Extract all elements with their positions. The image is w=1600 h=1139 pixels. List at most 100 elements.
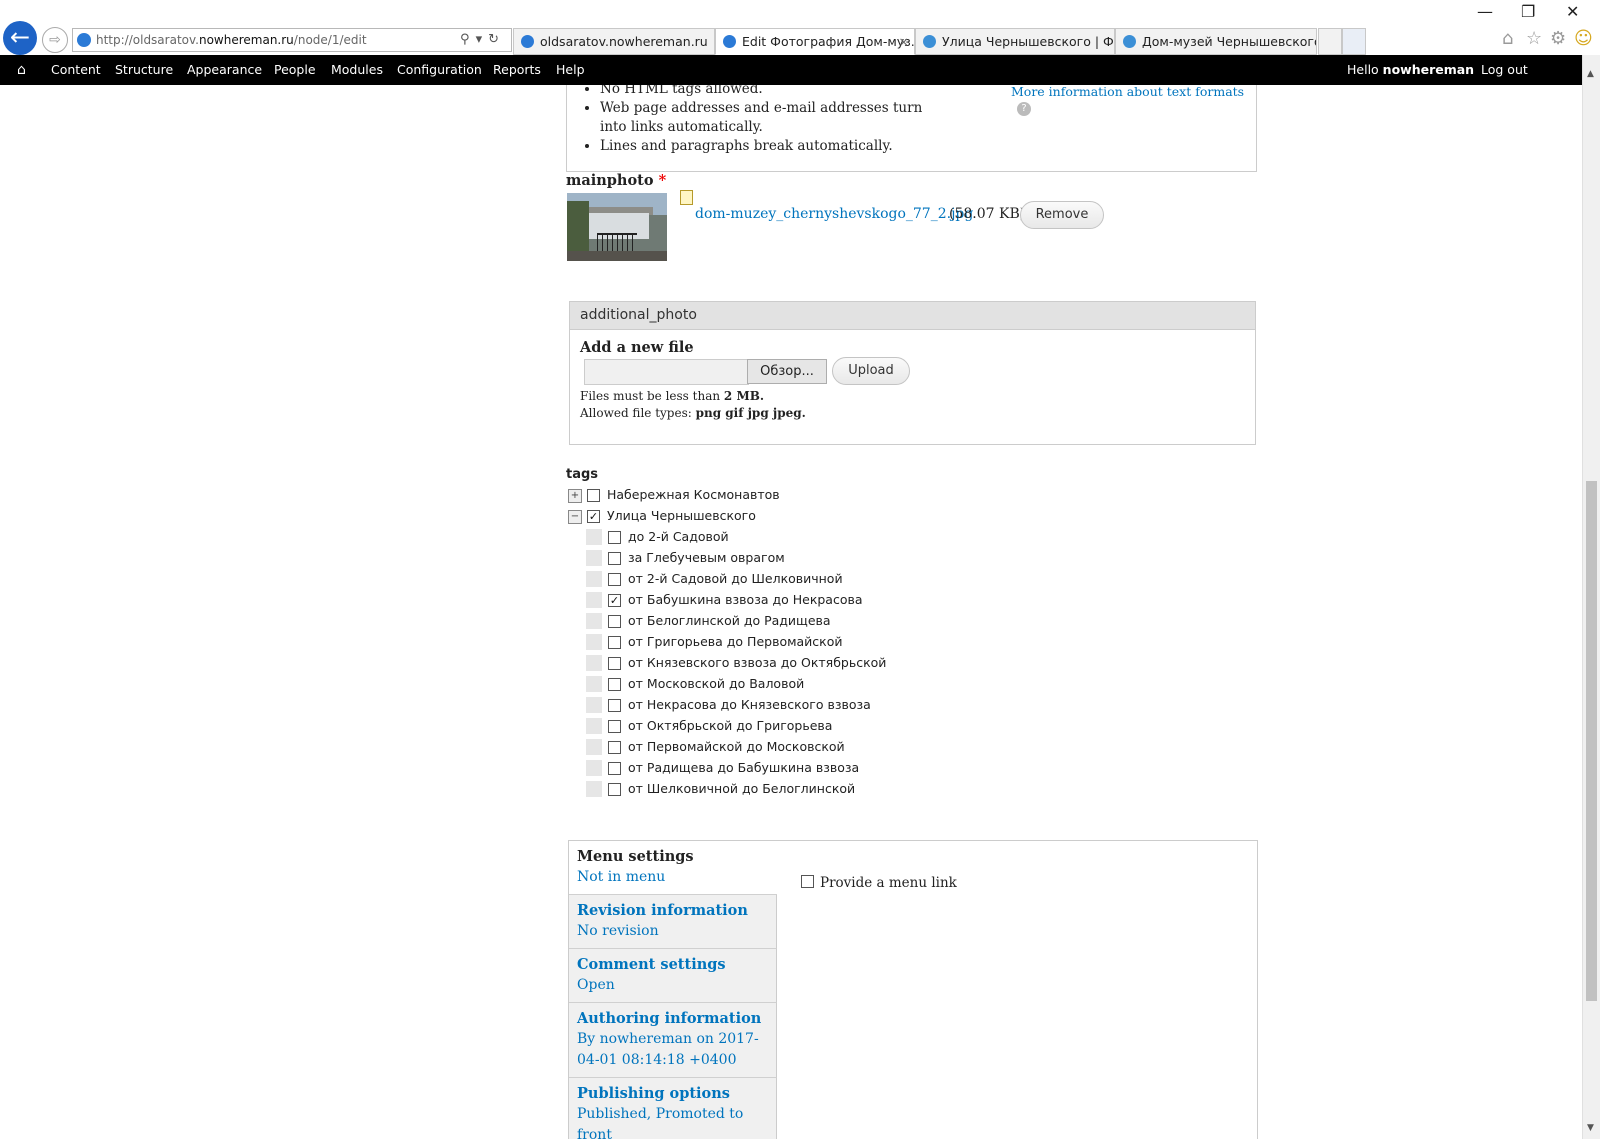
tag-checkbox[interactable]: ✓ <box>608 594 621 607</box>
tags-label: tags <box>566 467 599 482</box>
browser-tab-1[interactable]: oldsaratov.nowhereman.ru <box>513 28 715 55</box>
search-refresh-icons[interactable]: ⚲▾↻ <box>460 29 505 51</box>
browser-tab-4[interactable]: Дом-музей Чернышевского |... <box>1115 28 1317 55</box>
scrollbar-thumb[interactable] <box>1586 481 1597 1001</box>
tag-label: от Московской до Валовой <box>628 676 805 691</box>
tab-summary: No revision <box>577 923 659 939</box>
tab-revision-information[interactable]: Revision information No revision <box>569 895 777 949</box>
minimize-icon[interactable]: — <box>1477 2 1493 21</box>
tag-checkbox[interactable] <box>608 741 621 754</box>
tag-label: от Бабушкина взвоза до Некрасова <box>628 592 863 607</box>
address-bar[interactable]: http://oldsaratov.nowhereman.ru/node/1/e… <box>72 28 512 52</box>
tag-label: Улица Чернышевского <box>607 508 756 523</box>
tag-checkbox[interactable] <box>608 678 621 691</box>
tag-checkbox[interactable] <box>608 783 621 796</box>
mainphoto-label: mainphoto * <box>566 172 667 189</box>
tag-checkbox[interactable] <box>608 762 621 775</box>
toolbar-appearance[interactable]: Appearance <box>187 55 262 85</box>
tab-comment-settings[interactable]: Comment settings Open <box>569 949 777 1003</box>
username[interactable]: nowhereman <box>1383 62 1474 77</box>
page-content: No HTML tags allowed. Web page addresses… <box>0 85 1582 1139</box>
mainphoto-file-size: (58.07 KB) <box>949 206 1026 222</box>
text-format-tips: No HTML tags allowed. Web page addresses… <box>566 85 1257 172</box>
scroll-down-icon[interactable]: ▼ <box>1587 1123 1594 1133</box>
close-tab-icon[interactable]: × <box>899 29 909 54</box>
vertical-tab-list: Menu settings Not in menu Revision infor… <box>569 841 777 1139</box>
collapse-icon[interactable]: − <box>568 510 582 524</box>
tag-checkbox[interactable]: ✓ <box>587 510 600 523</box>
scroll-up-icon[interactable]: ▲ <box>1587 69 1594 79</box>
admin-toolbar: ⌂ Content Structure Appearance People Mo… <box>0 55 1600 85</box>
browser-tab-2[interactable]: Edit Фотография Дом-муз... × <box>715 28 915 55</box>
toolbar-people[interactable]: People <box>274 55 316 85</box>
new-tab-button[interactable] <box>1318 28 1342 55</box>
tag-label: от Князевского взвоза до Октябрьской <box>628 655 887 670</box>
site-favicon-icon <box>77 33 91 47</box>
mainphoto-file-link[interactable]: dom-muzey_chernyshevskogo_77_2.jpg <box>695 206 973 222</box>
tab-summary: Not in menu <box>577 869 666 885</box>
tab-favicon-icon <box>521 35 534 48</box>
logout-link[interactable]: Log out <box>1481 55 1528 85</box>
tab-publishing-options[interactable]: Publishing options Published, Promoted t… <box>569 1078 777 1139</box>
toolbar-content[interactable]: Content <box>51 55 101 85</box>
tag-checkbox[interactable] <box>608 573 621 586</box>
vertical-tabs: Menu settings Not in menu Revision infor… <box>568 840 1258 1139</box>
tag-checkbox[interactable] <box>608 615 621 628</box>
browser-chrome: ← ⇨ http://oldsaratov.nowhereman.ru/node… <box>0 0 1600 56</box>
home-icon[interactable]: ⌂ <box>17 55 26 85</box>
tag-label: от Октябрьской до Григорьева <box>628 718 833 733</box>
tag-checkbox[interactable] <box>608 552 621 565</box>
tab-authoring-information[interactable]: Authoring information By nowhereman on 2… <box>569 1003 777 1078</box>
greeting: Hello nowhereman <box>1347 62 1475 77</box>
vertical-scrollbar[interactable]: ▲ ▼ <box>1582 55 1600 1139</box>
tab-summary: Open <box>577 977 615 993</box>
allowed-file-types: Allowed file types: png gif jpg jpeg. <box>580 406 806 420</box>
menu-link-checkbox[interactable] <box>801 875 814 888</box>
tag-checkbox[interactable] <box>608 720 621 733</box>
tag-label: от Первомайской до Московской <box>628 739 845 754</box>
tag-label: от Григорьева до Первомайской <box>628 634 843 649</box>
tip-item: Web page addresses and e-mail addresses … <box>600 99 930 137</box>
browser-tab-3[interactable]: Улица Чернышевского | Фот... <box>915 28 1115 55</box>
tip-item: No HTML tags allowed. <box>600 85 930 99</box>
favorites-star-icon[interactable]: ☆ <box>1526 28 1542 49</box>
tag-label: от Шелковичной до Белоглинской <box>628 781 856 796</box>
provide-menu-link: Provide a menu link <box>801 874 957 891</box>
toolbar-modules[interactable]: Modules <box>331 55 383 85</box>
feedback-smiley-icon[interactable]: ☺ <box>1574 28 1593 49</box>
toolbar-structure[interactable]: Structure <box>115 55 173 85</box>
address-url: http://oldsaratov.nowhereman.ru/node/1/e… <box>96 33 367 47</box>
tag-label: от Белоглинской до Радищева <box>628 613 831 628</box>
toolbar-help[interactable]: Help <box>556 55 585 85</box>
tab-title: Authoring information <box>577 1010 762 1027</box>
window-close-icon[interactable]: ✕ <box>1566 2 1579 21</box>
toolbar-configuration[interactable]: Configuration <box>397 55 482 85</box>
tag-label: за Глебучевым оврагом <box>628 550 785 565</box>
upload-button[interactable]: Upload <box>832 357 910 385</box>
browse-button[interactable]: Обзор... <box>747 359 827 384</box>
toolbar-reports[interactable]: Reports <box>493 55 541 85</box>
tag-checkbox[interactable] <box>608 531 621 544</box>
ie-icon[interactable] <box>1342 28 1366 55</box>
tab-menu-settings[interactable]: Menu settings Not in menu <box>569 841 777 895</box>
back-arrow-icon[interactable]: ← <box>3 21 37 55</box>
tab-title: Menu settings <box>577 848 694 865</box>
tag-label: от Радищева до Бабушкина взвоза <box>628 760 860 775</box>
mainphoto-thumbnail[interactable] <box>567 193 667 261</box>
settings-gear-icon[interactable]: ⚙ <box>1550 28 1566 49</box>
tag-checkbox[interactable] <box>608 636 621 649</box>
tab-title: Revision information <box>577 902 748 919</box>
expand-icon[interactable]: + <box>568 489 582 503</box>
tab-favicon-icon <box>1123 35 1136 48</box>
tag-label: от Некрасова до Князевского взвоза <box>628 697 871 712</box>
remove-button[interactable]: Remove <box>1020 201 1104 229</box>
forward-arrow-icon[interactable]: ⇨ <box>42 27 68 53</box>
home-browser-icon[interactable]: ⌂ <box>1502 28 1513 49</box>
tag-checkbox[interactable] <box>608 699 621 712</box>
restore-icon[interactable]: ❐ <box>1521 2 1535 21</box>
tag-checkbox[interactable] <box>587 489 600 502</box>
file-size-limit: Files must be less than 2 MB. <box>580 389 765 403</box>
more-info-link[interactable]: More information about text formats? <box>1011 85 1256 116</box>
file-input[interactable] <box>584 359 749 385</box>
tag-checkbox[interactable] <box>608 657 621 670</box>
